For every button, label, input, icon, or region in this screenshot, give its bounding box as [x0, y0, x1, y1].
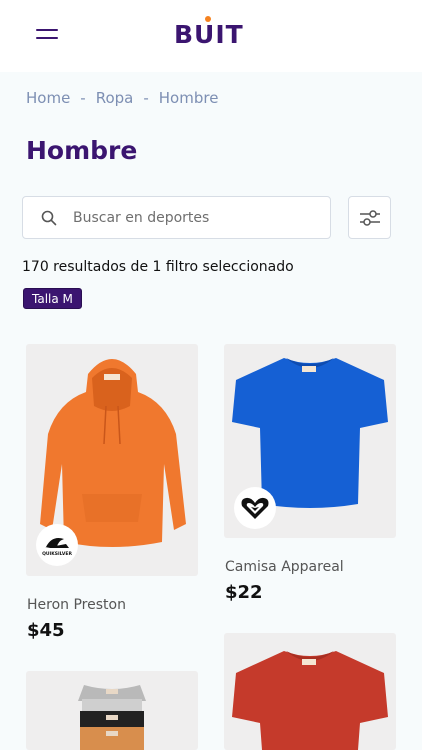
breadcrumb-ropa[interactable]: Ropa — [96, 89, 134, 107]
quiksilver-logo-icon: QUIKSILVER — [42, 538, 72, 557]
stacked-tshirts-image — [78, 685, 146, 750]
breadcrumb-home[interactable]: Home — [26, 89, 70, 107]
brand-logo[interactable]: BUIT — [174, 20, 244, 50]
breadcrumb-separator: - — [143, 89, 149, 107]
svg-text:QUIKSILVER: QUIKSILVER — [42, 551, 72, 557]
brand-badge-roxy — [234, 487, 276, 529]
menu-line — [36, 37, 58, 39]
menu-button[interactable] — [36, 26, 60, 42]
results-count: 170 resultados de 1 filtro seleccionado — [22, 259, 294, 275]
red-tshirt-image — [232, 651, 388, 750]
filter-button[interactable] — [348, 196, 391, 239]
sliders-icon — [360, 210, 380, 226]
breadcrumb-hombre[interactable]: Hombre — [159, 89, 219, 107]
top-bar: BUIT — [0, 0, 422, 72]
search-input[interactable] — [73, 197, 323, 238]
product-name: Camisa Appareal — [225, 559, 344, 575]
product-name: Heron Preston — [27, 597, 126, 613]
search-box[interactable] — [22, 196, 331, 239]
product-card[interactable] — [224, 633, 396, 750]
logo-accent-dot — [205, 16, 211, 22]
breadcrumb: Home - Ropa - Hombre — [26, 89, 218, 107]
search-icon — [41, 210, 57, 226]
product-card[interactable] — [26, 671, 198, 750]
product-image[interactable] — [26, 671, 198, 750]
product-card[interactable]: QUIKSILVER Heron Preston $45 — [26, 344, 198, 644]
breadcrumb-separator: - — [80, 89, 86, 107]
page-title: Hombre — [26, 136, 138, 165]
product-card[interactable]: Camisa Appareal $22 — [224, 344, 396, 606]
product-price: $45 — [27, 620, 65, 641]
active-filter-chip[interactable]: Talla M — [23, 288, 82, 309]
brand-badge-quiksilver: QUIKSILVER — [36, 524, 78, 566]
product-image[interactable] — [224, 633, 396, 750]
menu-line — [36, 29, 58, 31]
product-price: $22 — [225, 582, 263, 603]
roxy-heart-logo-icon — [241, 497, 269, 519]
